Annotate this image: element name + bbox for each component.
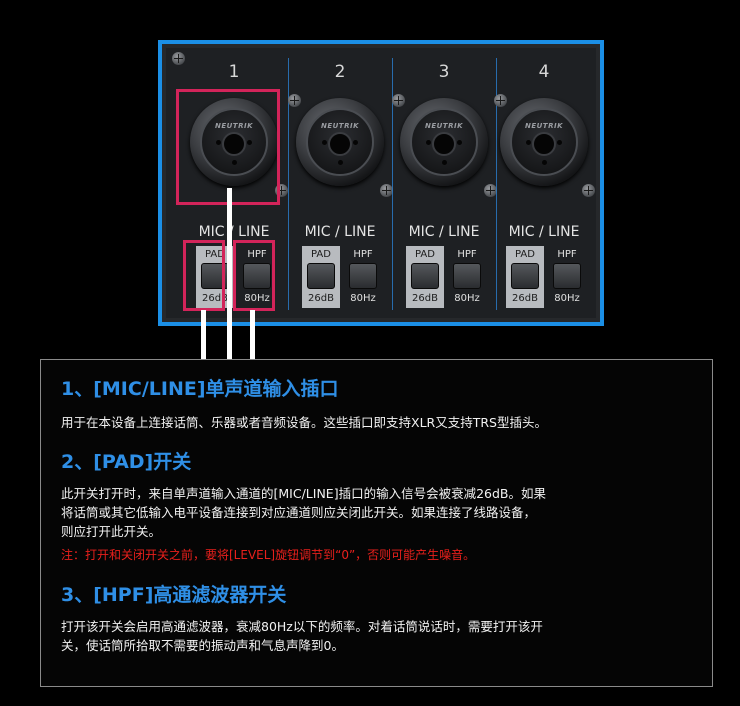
pad-key[interactable] [511, 263, 539, 289]
hpf-key[interactable] [349, 263, 377, 289]
section-title-pad: 2、[PAD]开关 [61, 451, 192, 473]
hpf-key[interactable] [553, 263, 581, 289]
hpf-label: HPF [557, 249, 577, 260]
jack-socket-icon [328, 132, 352, 156]
text-line: 此开关打开时，来自单声道输入通道的[MIC/LINE]插口的输入信号会被衰减26… [61, 486, 546, 501]
hpf-button[interactable]: HPF 80Hz [344, 246, 382, 308]
highlight-hpf [233, 240, 275, 311]
xlr-combo-jack[interactable]: NEUTRIK [296, 98, 384, 186]
hpf-value: 80Hz [554, 293, 580, 304]
connector-line-hpf [250, 310, 255, 360]
hpf-button[interactable]: HPF 80Hz [448, 246, 486, 308]
section-text-pad: 此开关打开时，来自单声道输入通道的[MIC/LINE]插口的输入信号会被衰减26… [61, 484, 701, 541]
section-text-mic-line: 用于在本设备上连接话筒、乐器或者音频设备。这些插口即支持XLR又支持TRS型插头… [61, 413, 701, 432]
channel-number: 4 [538, 62, 550, 82]
pad-value: 26dB [308, 293, 334, 304]
jack-socket-icon [432, 132, 456, 156]
channel-number: 3 [438, 62, 450, 82]
pad-button[interactable]: PAD 26dB [506, 246, 544, 308]
jack-screw-icon [582, 184, 595, 197]
text-line: 关，使话筒所拾取不需要的振动声和气息声降到0。 [61, 638, 344, 653]
connector-line-pad [201, 310, 206, 360]
xlr-combo-jack[interactable]: NEUTRIK [400, 98, 488, 186]
hpf-key[interactable] [453, 263, 481, 289]
pad-button[interactable]: PAD 26dB [302, 246, 340, 308]
text-line: 则应打开此开关。 [61, 524, 162, 539]
description-panel: 1、[MIC/LINE]单声道输入插口 用于在本设备上连接话筒、乐器或者音频设备… [40, 359, 713, 687]
channel-label: MIC / LINE [408, 224, 480, 240]
section-text-hpf: 打开该开关会启用高通滤波器，衰减80Hz以下的频率。对着话筒说话时，需要打开该开… [61, 617, 701, 655]
channel-2: 2 NEUTRIK MIC / LINE PAD 26dB HPF 80Hz [288, 48, 393, 318]
jack-brand: NEUTRIK [524, 122, 564, 130]
jack-socket-icon [532, 132, 556, 156]
section-title-hpf: 3、[HPF]高通滤波器开关 [61, 584, 287, 606]
pad-label: PAD [415, 249, 435, 260]
text-line: 将话筒或其它低输入电平设备连接到对应通道则应关闭此开关。如果连接了线路设备， [61, 505, 537, 520]
pad-value: 26dB [512, 293, 538, 304]
xlr-combo-jack[interactable]: NEUTRIK [500, 98, 588, 186]
pad-label: PAD [311, 249, 331, 260]
pad-value: 26dB [412, 293, 438, 304]
connector-line-jack [227, 188, 232, 360]
jack-brand: NEUTRIK [320, 122, 360, 130]
pad-key[interactable] [411, 263, 439, 289]
hpf-label: HPF [457, 249, 477, 260]
highlight-pad [183, 240, 225, 311]
channel-4: 4 NEUTRIK MIC / LINE PAD 26dB HPF 80Hz [492, 48, 596, 318]
hpf-value: 80Hz [350, 293, 376, 304]
pad-button[interactable]: PAD 26dB [406, 246, 444, 308]
pad-key[interactable] [307, 263, 335, 289]
channel-number: 1 [228, 62, 240, 82]
text-line: 用于在本设备上连接话筒、乐器或者音频设备。这些插口即支持XLR又支持TRS型插头… [61, 415, 547, 430]
channel-number: 2 [334, 62, 346, 82]
jack-screw-icon [288, 94, 301, 107]
hpf-button[interactable]: HPF 80Hz [548, 246, 586, 308]
jack-screw-icon [494, 94, 507, 107]
jack-brand: NEUTRIK [424, 122, 464, 130]
hpf-label: HPF [353, 249, 373, 260]
jack-screw-icon [392, 94, 405, 107]
pad-label: PAD [515, 249, 535, 260]
channel-3: 3 NEUTRIK MIC / LINE PAD 26dB HPF 80Hz [392, 48, 497, 318]
text-line: 打开该开关会启用高通滤波器，衰减80Hz以下的频率。对着话筒说话时，需要打开该开 [61, 619, 543, 634]
channel-label: MIC / LINE [304, 224, 376, 240]
section-title-mic-line: 1、[MIC/LINE]单声道输入插口 [61, 378, 339, 400]
pad-note: 注：打开和关闭开关之前，要将[LEVEL]旋钮调节到“0”，否则可能产生噪音。 [61, 548, 476, 562]
channel-label: MIC / LINE [198, 224, 270, 240]
channel-label: MIC / LINE [508, 224, 580, 240]
hpf-value: 80Hz [454, 293, 480, 304]
